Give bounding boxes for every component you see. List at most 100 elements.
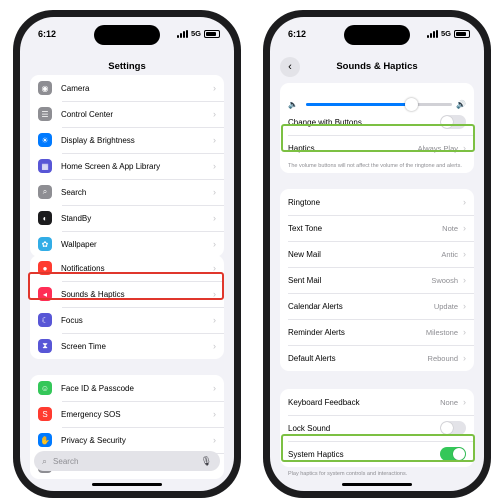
settings-item-label: Display & Brightness <box>61 135 135 145</box>
chevron-right-icon: › <box>463 327 466 337</box>
chevron-right-icon: › <box>463 223 466 233</box>
sound-item-value: Milestone <box>425 327 458 337</box>
sound-item-text-tone[interactable]: Text Tone Note › <box>280 215 474 241</box>
status-time: 6:12 <box>38 29 57 39</box>
chevron-right-icon: › <box>213 213 216 223</box>
status-time: 6:12 <box>288 29 307 39</box>
chevron-right-icon: › <box>213 161 216 171</box>
volume-buttons-footnote: The volume buttons will not affect the v… <box>288 163 462 169</box>
settings-item-display-and-brightness[interactable]: ☀ Display & Brightness › <box>30 127 224 153</box>
chevron-right-icon: › <box>463 197 466 207</box>
chevron-right-icon: › <box>463 275 466 285</box>
sound-item-label: Sent Mail <box>288 275 322 285</box>
settings-item-label: Control Center <box>61 109 114 119</box>
settings-item-privacy-and-security[interactable]: ✋ Privacy & Security › <box>30 427 224 453</box>
grid-icon: ▦ <box>38 159 52 173</box>
chevron-right-icon: › <box>213 315 216 325</box>
sounds-haptics-screen: 6:12 5G ‹ Sounds & Haptics Change with B… <box>270 17 484 491</box>
search-icon: ⌕ <box>42 455 48 466</box>
battery-icon <box>204 29 220 38</box>
signal-icon <box>426 29 438 38</box>
signal-icon <box>176 29 188 38</box>
sound-item-value: Rebound <box>427 353 458 363</box>
page-title: Settings <box>108 61 146 72</box>
keyboard-feedback-row[interactable]: Keyboard Feedback None › <box>280 389 474 415</box>
sound-item-label: Reminder Alerts <box>288 327 345 337</box>
sound-item-reminder-alerts[interactable]: Reminder Alerts Milestone › <box>280 319 474 345</box>
settings-item-label: Emergency SOS <box>61 409 121 419</box>
sound-item-label: Calendar Alerts <box>288 301 343 311</box>
comparison-stage: 6:12 5G Settings ◉ Camera › ☰ Control Center… <box>0 0 503 500</box>
hand-icon: ✋ <box>38 433 52 447</box>
sound-item-value: Note <box>442 223 458 233</box>
system-haptics-footnote: Play haptics for system controls and int… <box>288 471 408 477</box>
settings-item-emergency-sos[interactable]: S Emergency SOS › <box>30 401 224 427</box>
page-title: Sounds & Haptics <box>336 61 418 72</box>
sound-item-ringtone[interactable]: Ringtone › <box>280 189 474 215</box>
settings-item-control-center[interactable]: ☰ Control Center › <box>30 101 224 127</box>
settings-item-label: Search <box>61 187 87 197</box>
chevron-right-icon: › <box>213 135 216 145</box>
settings-item-face-id-and-passcode[interactable]: ☺ Face ID & Passcode › <box>30 375 224 401</box>
hourglass-icon: ⧗ <box>38 339 52 353</box>
home-indicator <box>92 483 162 486</box>
chevron-right-icon: › <box>463 249 466 259</box>
sounds-group: Ringtone › Text Tone Note › New Mail Antic › Sen… <box>280 189 474 371</box>
sound-item-label: Text Tone <box>288 223 323 233</box>
standby-icon: ◐ <box>38 211 52 225</box>
settings-group-notifications: ● Notifications › ◂ Sounds & Haptics › ☾ Focus ›… <box>30 255 224 359</box>
volume-track[interactable] <box>306 97 452 111</box>
chevron-right-icon: › <box>463 397 466 407</box>
settings-item-label: Focus <box>61 315 83 325</box>
volume-fill <box>306 102 412 106</box>
sound-item-label: New Mail <box>288 249 321 259</box>
sound-item-calendar-alerts[interactable]: Calendar Alerts Update › <box>280 293 474 319</box>
chevron-right-icon: › <box>213 383 216 393</box>
lock-sound-toggle[interactable] <box>440 421 466 435</box>
home-indicator <box>342 483 412 486</box>
settings-item-label: Wallpaper <box>61 239 97 249</box>
settings-screen: 6:12 5G Settings ◉ Camera › ☰ Control Center… <box>20 17 234 491</box>
settings-item-screen-time[interactable]: ⧗ Screen Time › <box>30 333 224 359</box>
sound-item-sent-mail[interactable]: Sent Mail Swoosh › <box>280 267 474 293</box>
search-placeholder: Search <box>53 456 79 466</box>
settings-item-label: Face ID & Passcode <box>61 383 134 393</box>
dynamic-island <box>94 25 160 45</box>
chevron-right-icon: › <box>213 187 216 197</box>
moon-icon: ☾ <box>38 313 52 327</box>
settings-group-display: ◉ Camera › ☰ Control Center › ☀ Display & Brigh… <box>30 75 224 257</box>
settings-item-label: StandBy <box>61 213 92 223</box>
sound-item-label: Default Alerts <box>288 353 336 363</box>
settings-item-focus[interactable]: ☾ Focus › <box>30 307 224 333</box>
settings-item-label: Camera <box>61 83 90 93</box>
sun-icon: ☀ <box>38 133 52 147</box>
left-phone-frame: 6:12 5G Settings ◉ Camera › ☰ Control Center… <box>13 10 241 498</box>
settings-item-standby[interactable]: ◐ StandBy › <box>30 205 224 231</box>
settings-item-search[interactable]: ⌕ Search › <box>30 179 224 205</box>
settings-item-camera[interactable]: ◉ Camera › <box>30 75 224 101</box>
chevron-right-icon: › <box>463 353 466 363</box>
network-type: 5G <box>190 29 201 38</box>
volume-slider[interactable]: 🔈 🔊 <box>288 97 470 111</box>
chevron-right-icon: › <box>213 435 216 445</box>
search-icon: ⌕ <box>38 185 52 199</box>
settings-item-home-screen-and-app-library[interactable]: ▦ Home Screen & App Library › <box>30 153 224 179</box>
highlight-system-haptics <box>281 434 475 462</box>
network-type: 5G <box>440 29 451 38</box>
microphone-icon[interactable]: 🎙 <box>201 456 212 467</box>
sound-item-new-mail[interactable]: New Mail Antic › <box>280 241 474 267</box>
chevron-right-icon: › <box>463 301 466 311</box>
sound-item-value: Update <box>433 301 458 311</box>
lock-sound-label: Lock Sound <box>288 423 331 433</box>
sound-item-value: Swoosh <box>431 275 458 285</box>
speaker-high-icon: 🔊 <box>456 99 466 109</box>
volume-thumb[interactable] <box>405 97 419 111</box>
sound-item-default-alerts[interactable]: Default Alerts Rebound › <box>280 345 474 371</box>
highlight-sounds-haptics <box>28 272 224 300</box>
search-bar[interactable]: ⌕ Search 🎙 <box>34 451 220 471</box>
chevron-right-icon: › <box>213 341 216 351</box>
faceid-icon: ☺ <box>38 381 52 395</box>
settings-item-label: Screen Time <box>61 341 106 351</box>
settings-item-wallpaper[interactable]: ✿ Wallpaper › <box>30 231 224 257</box>
sound-item-value: Antic <box>441 249 458 259</box>
